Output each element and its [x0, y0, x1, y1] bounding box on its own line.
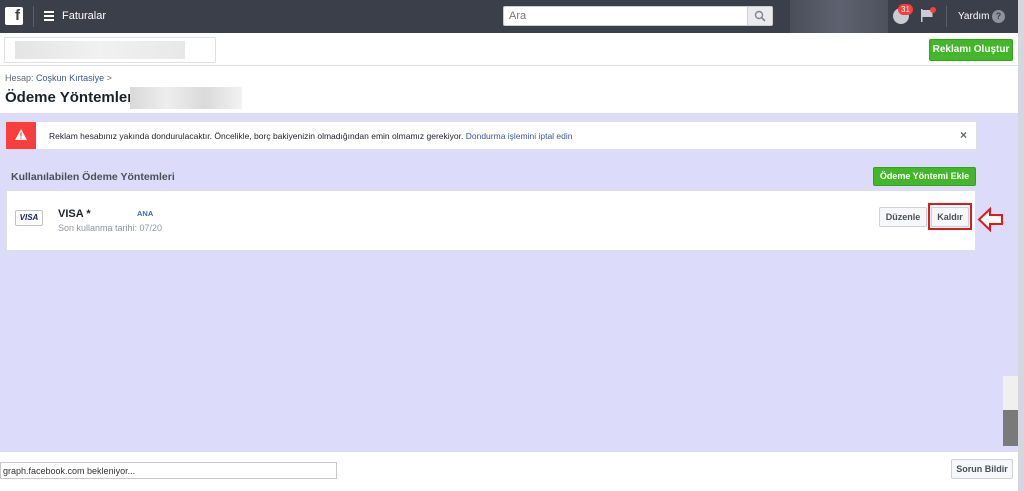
section-title: Kullanılabilen Ödeme Yöntemleri [11, 171, 175, 183]
warning-message: Reklam hesabınız yakında dondurulacaktır… [49, 131, 464, 141]
search-button[interactable] [747, 7, 772, 25]
breadcrumb: Hesap: Coşkun Kırtasiye > [5, 73, 112, 83]
menu-icon[interactable] [44, 11, 54, 21]
search-input[interactable] [504, 7, 747, 25]
breadcrumb-prefix: Hesap: [5, 73, 34, 83]
account-name-redacted [15, 41, 185, 59]
account-bar [0, 33, 1018, 66]
card-name: VISA * [58, 208, 91, 220]
window-edge [1018, 0, 1024, 491]
browser-status-bar: graph.facebook.com bekleniyor... [0, 462, 337, 479]
scrollbar-thumb[interactable] [1003, 410, 1018, 446]
main-content [0, 113, 1018, 452]
warning-icon [15, 129, 27, 140]
card-expiry: Son kullanma tarihi: 07/20 [58, 223, 163, 233]
page-title: Ödeme Yöntemleri: [5, 89, 143, 106]
edit-button[interactable]: Düzenle [879, 207, 927, 227]
report-problem-button[interactable]: Sorun Bildir [951, 459, 1013, 479]
account-selector[interactable] [4, 37, 216, 63]
warning-text: Reklam hesabınız yakında dondurulacaktır… [49, 131, 573, 141]
divider [946, 6, 947, 27]
search-box [503, 6, 773, 26]
help-link[interactable]: Yardım [958, 11, 990, 22]
facebook-logo[interactable]: f [5, 7, 23, 25]
breadcrumb-account-link[interactable]: Coşkun Kırtasiye [36, 73, 104, 83]
flag-alert-dot [930, 7, 936, 13]
payment-method-card [6, 190, 976, 251]
account-id-redacted [130, 87, 242, 109]
search-icon [754, 10, 766, 22]
annotation-highlight-box [928, 203, 972, 230]
cancel-freeze-link[interactable]: Dondurma işlemini iptal edin [466, 131, 573, 141]
divider [33, 6, 34, 27]
chevron-right-icon: > [106, 73, 112, 83]
visa-card-icon: VISA [15, 210, 43, 226]
create-ad-button[interactable]: Reklamı Oluştur [929, 39, 1013, 61]
primary-badge: ANA [137, 209, 154, 218]
add-payment-method-button[interactable]: Ödeme Yöntemi Ekle [873, 167, 976, 186]
annotation-arrow-icon [977, 206, 1003, 233]
profile-area-redacted[interactable] [790, 0, 888, 33]
notification-count-badge: 31 [898, 4, 913, 15]
page-section-title: Faturalar [62, 10, 107, 22]
close-icon[interactable]: × [960, 128, 967, 142]
help-icon[interactable]: ? [992, 10, 1005, 23]
alert-icon-box [6, 122, 36, 149]
warning-banner: Reklam hesabınız yakında dondurulacaktır… [5, 121, 977, 150]
